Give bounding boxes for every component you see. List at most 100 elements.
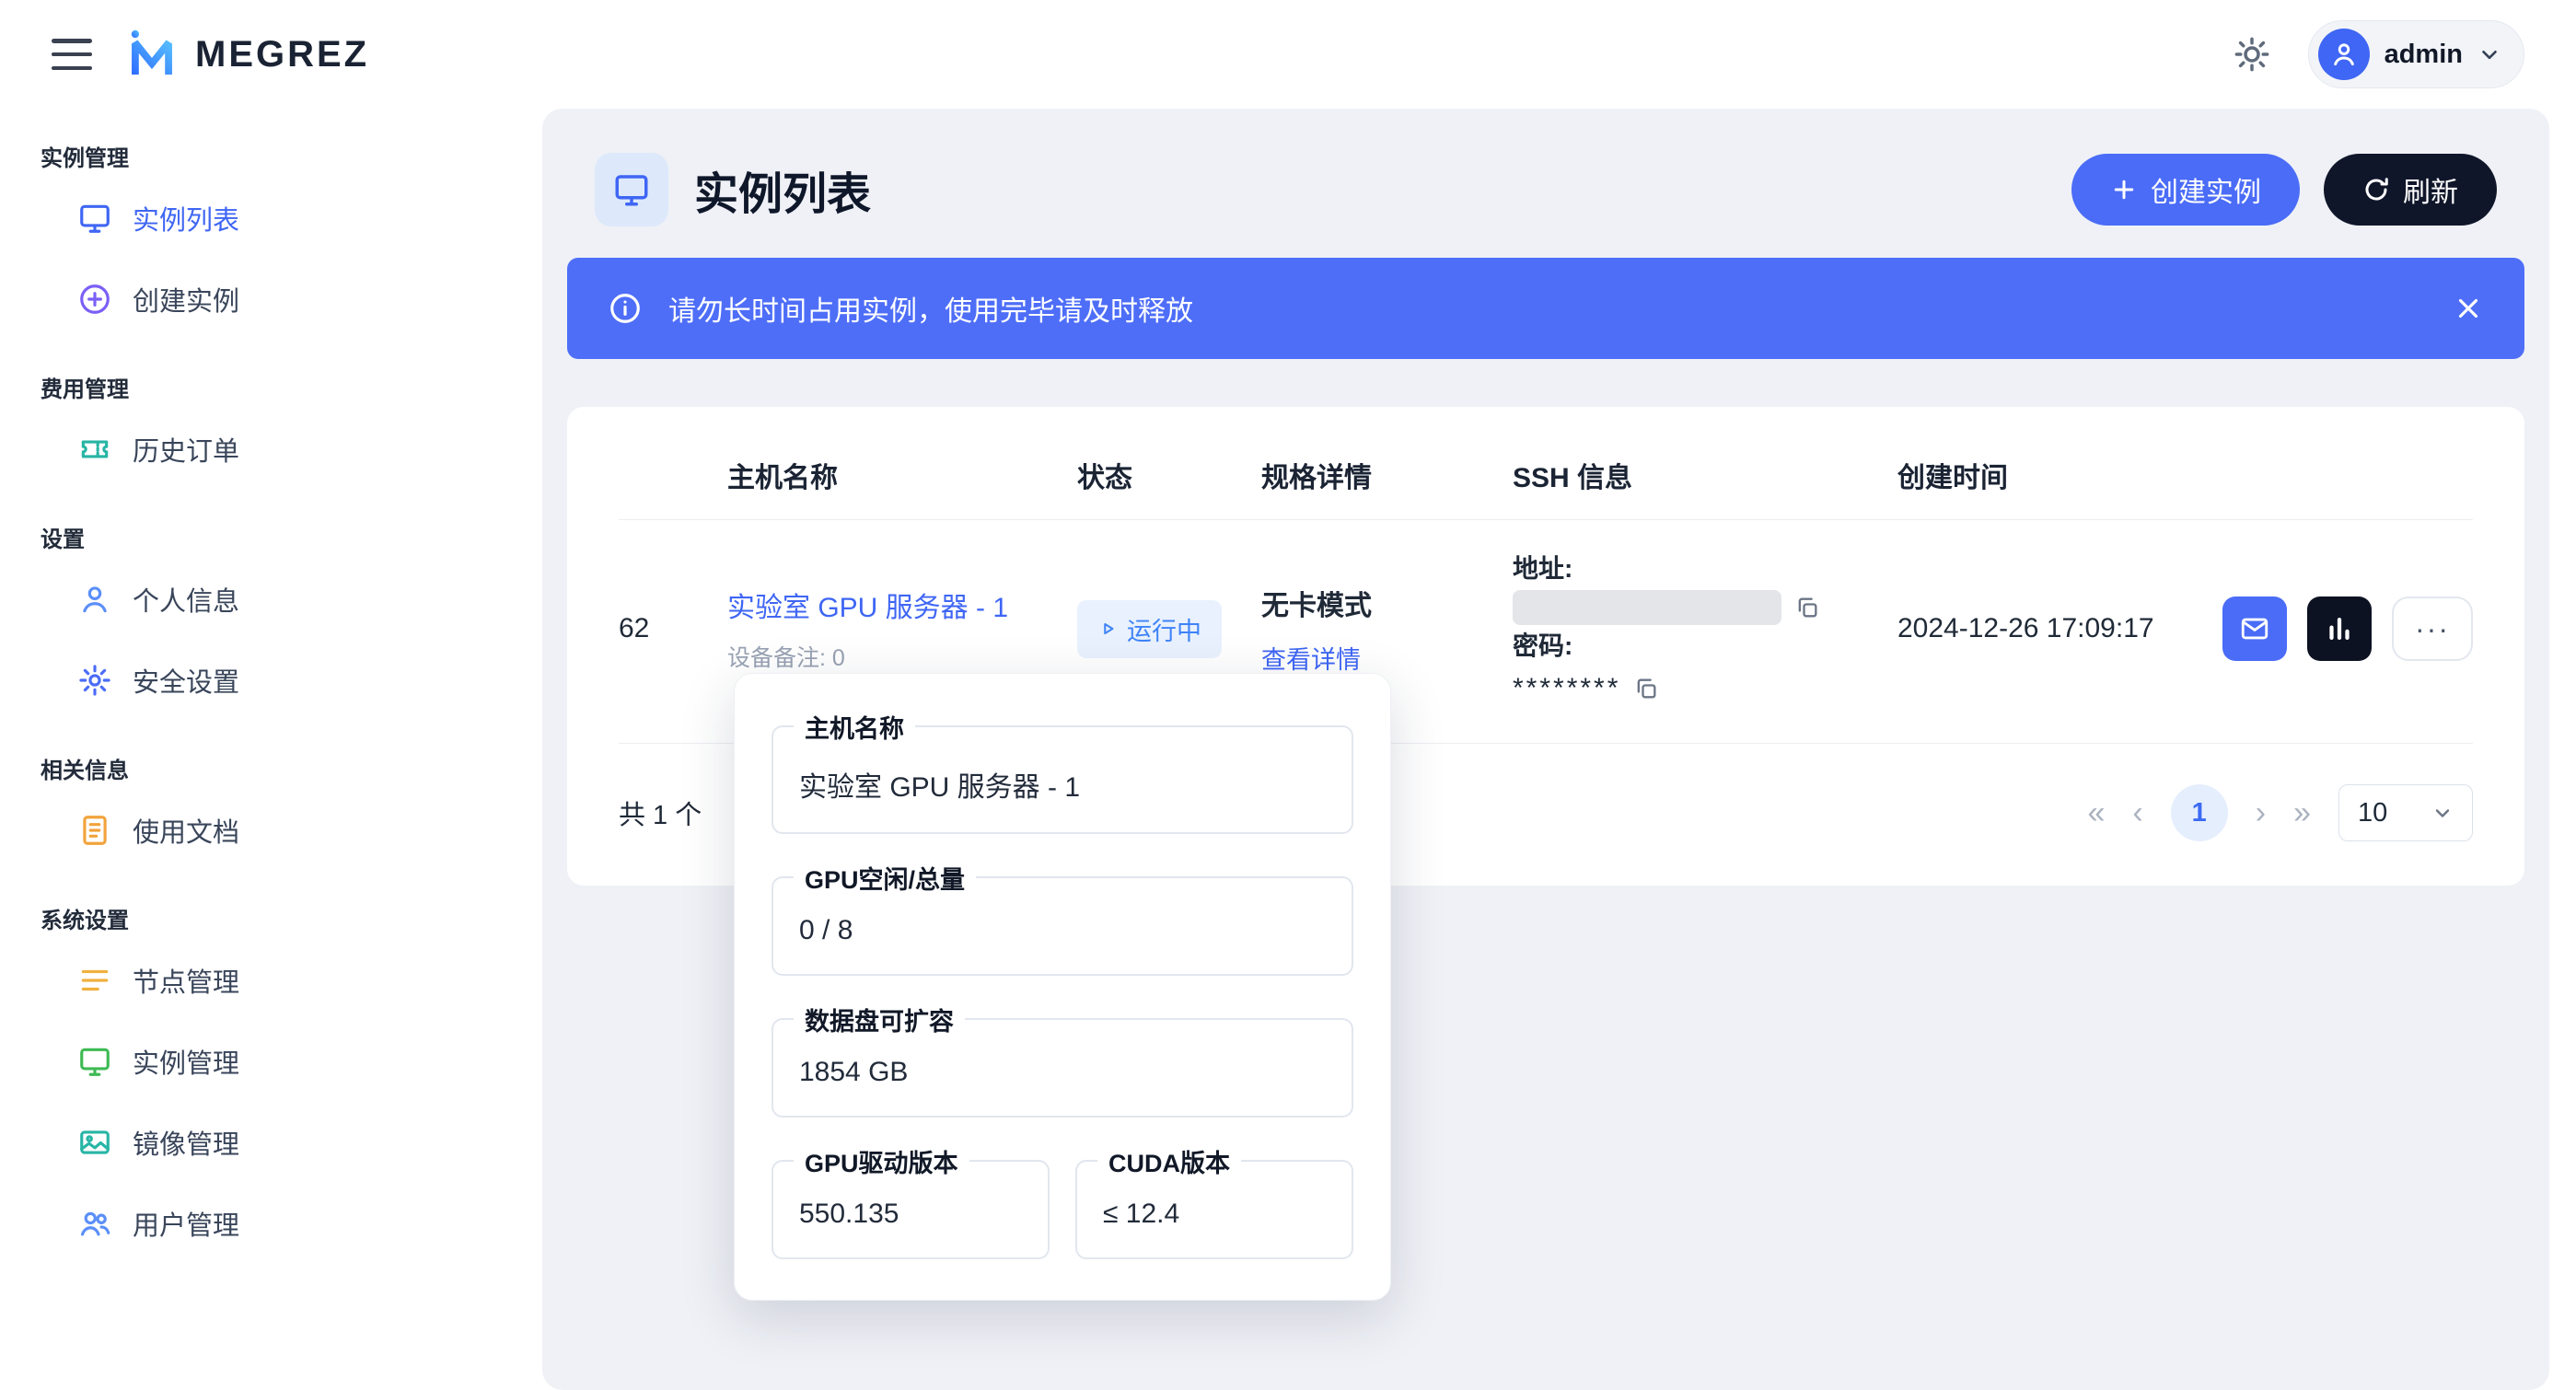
table-header-row: 主机名称 状态 规格详情 SSH 信息 创建时间 xyxy=(619,434,2473,520)
bar-chart-icon xyxy=(2324,613,2355,644)
create-instance-button[interactable]: 创建实例 xyxy=(2071,154,2300,226)
field-label: 主机名称 xyxy=(794,709,915,745)
gear-icon xyxy=(77,663,112,698)
refresh-button[interactable]: 刷新 xyxy=(2324,154,2497,226)
hostname-note: 设备备注: 0 xyxy=(727,640,1077,673)
list-icon xyxy=(77,963,112,998)
sidebar-item-label: 镜像管理 xyxy=(133,1123,239,1162)
theme-toggle-button[interactable] xyxy=(2233,35,2271,74)
current-page[interactable]: 1 xyxy=(2171,784,2228,841)
topbar: MEGREZ xyxy=(0,0,2576,109)
popover-field-gpu-free: GPU空闲/总量 0 / 8 xyxy=(772,876,1353,976)
monitor-icon xyxy=(77,201,112,236)
user-name: admin xyxy=(2385,40,2463,70)
status-badge: 运行中 xyxy=(1077,600,1222,658)
sidebar-item-label: 个人信息 xyxy=(133,580,239,619)
ssh-address-redacted xyxy=(1513,590,1781,625)
first-page-button[interactable]: « xyxy=(2088,795,2106,831)
page-size-select[interactable]: 10 xyxy=(2338,784,2473,841)
last-page-button[interactable]: » xyxy=(2293,795,2311,831)
menu-toggle-button[interactable] xyxy=(52,39,92,70)
page-header: 实例列表 创建实例 刷新 xyxy=(567,144,2524,226)
notice-banner: 请勿长时间占用实例，使用完毕请及时释放 xyxy=(567,258,2524,359)
popover-field-hostname: 主机名称 实验室 GPU 服务器 - 1 xyxy=(772,725,1353,834)
refresh-icon xyxy=(2362,176,2390,203)
ssh-password-label: 密码: xyxy=(1513,625,1897,667)
image-icon xyxy=(77,1125,112,1160)
chevron-down-icon xyxy=(2477,42,2501,66)
field-value: 0 / 8 xyxy=(799,915,1326,946)
plus-circle-icon xyxy=(77,282,112,317)
topbar-left: MEGREZ xyxy=(52,26,369,83)
more-actions-button[interactable]: ··· xyxy=(2392,597,2473,661)
col-ssh: SSH 信息 xyxy=(1513,455,1897,495)
sidebar-item-label: 安全设置 xyxy=(133,661,239,700)
sidebar-item-instance-management[interactable]: 实例管理 xyxy=(41,1021,517,1102)
col-status: 状态 xyxy=(1077,455,1261,495)
spec-cell: 无卡模式 查看详情 xyxy=(1261,583,1513,676)
ssh-password-mask: ******** xyxy=(1513,667,1620,710)
sidebar-item-node-management[interactable]: 节点管理 xyxy=(41,940,517,1021)
banner-close-button[interactable] xyxy=(2453,293,2484,324)
topbar-right: admin xyxy=(2233,20,2524,88)
total-count: 共 1 个 xyxy=(619,793,702,832)
field-value: 550.135 xyxy=(799,1199,1022,1230)
sidebar-item-label: 实例管理 xyxy=(133,1042,239,1081)
info-icon xyxy=(608,291,643,326)
field-label: GPU空闲/总量 xyxy=(794,860,976,896)
mail-icon xyxy=(2239,613,2270,644)
sidebar-section-billing: 费用管理 xyxy=(41,371,517,403)
popover-field-gpu-driver: GPU驱动版本 550.135 xyxy=(772,1160,1050,1259)
users-icon xyxy=(77,1206,112,1241)
chevron-down-icon xyxy=(2431,802,2454,824)
sidebar-section-system: 系统设置 xyxy=(41,902,517,934)
col-spec: 规格详情 xyxy=(1261,455,1513,495)
hostname-cell: 实验室 GPU 服务器 - 1 设备备注: 0 xyxy=(727,585,1077,673)
ticket-icon xyxy=(77,432,112,467)
status-cell: 运行中 xyxy=(1077,600,1261,658)
sidebar-item-label: 使用文档 xyxy=(133,811,239,850)
hostname-link[interactable]: 实验室 GPU 服务器 - 1 xyxy=(727,593,1008,623)
play-icon xyxy=(1097,619,1118,639)
notice-text: 请勿长时间占用实例，使用完毕请及时释放 xyxy=(668,288,2427,329)
sun-icon xyxy=(2233,35,2271,74)
sidebar-item-user-management[interactable]: 用户管理 xyxy=(41,1183,517,1264)
ssh-cell: 地址: 密码: ******* xyxy=(1513,548,1897,710)
brand-logo: MEGREZ xyxy=(123,26,369,83)
status-label: 运行中 xyxy=(1127,611,1201,647)
ssh-address-label: 地址: xyxy=(1513,548,1897,590)
sidebar-item-instance-list[interactable]: 实例列表 xyxy=(41,178,517,259)
app-root: MEGREZ xyxy=(0,0,2576,1390)
created-at: 2024-12-26 17:09:17 xyxy=(1897,613,2210,644)
copy-address-button[interactable] xyxy=(1794,595,1820,620)
field-value: 实验室 GPU 服务器 - 1 xyxy=(799,764,1326,805)
sidebar-item-image-management[interactable]: 镜像管理 xyxy=(41,1102,517,1183)
col-created: 创建时间 xyxy=(1897,455,2210,495)
field-value: ≤ 12.4 xyxy=(1103,1199,1326,1230)
col-hostname: 主机名称 xyxy=(727,455,1077,495)
spec-detail-link[interactable]: 查看详情 xyxy=(1261,640,1361,676)
next-page-button[interactable]: › xyxy=(2256,795,2266,831)
sidebar-item-profile[interactable]: 个人信息 xyxy=(41,559,517,640)
document-icon xyxy=(77,813,112,848)
sidebar-item-security[interactable]: 安全设置 xyxy=(41,640,517,721)
popover-field-disk-expandable: 数据盘可扩容 1854 GB xyxy=(772,1018,1353,1118)
instance-detail-popover: 主机名称 实验室 GPU 服务器 - 1 GPU空闲/总量 0 / 8 数据盘可… xyxy=(734,673,1391,1301)
sidebar-item-create-instance[interactable]: 创建实例 xyxy=(41,259,517,340)
prev-page-button[interactable]: ‹ xyxy=(2132,795,2142,831)
message-button[interactable] xyxy=(2222,597,2287,661)
sidebar-item-label: 节点管理 xyxy=(133,961,239,1000)
sidebar-item-label: 创建实例 xyxy=(133,280,239,319)
logo-mark-icon xyxy=(123,26,180,83)
user-menu[interactable]: admin xyxy=(2308,20,2524,88)
sidebar-section-instance: 实例管理 xyxy=(41,140,517,172)
sidebar-item-order-history[interactable]: 历史订单 xyxy=(41,409,517,490)
monitor-icon xyxy=(595,153,668,226)
page-size-value: 10 xyxy=(2358,798,2387,828)
sidebar-item-label: 历史订单 xyxy=(133,430,239,469)
field-label: 数据盘可扩容 xyxy=(794,1002,965,1037)
sidebar-item-docs[interactable]: 使用文档 xyxy=(41,790,517,871)
monitor-stats-button[interactable] xyxy=(2307,597,2372,661)
sidebar-item-label: 实例列表 xyxy=(133,199,239,237)
copy-password-button[interactable] xyxy=(1633,676,1659,701)
